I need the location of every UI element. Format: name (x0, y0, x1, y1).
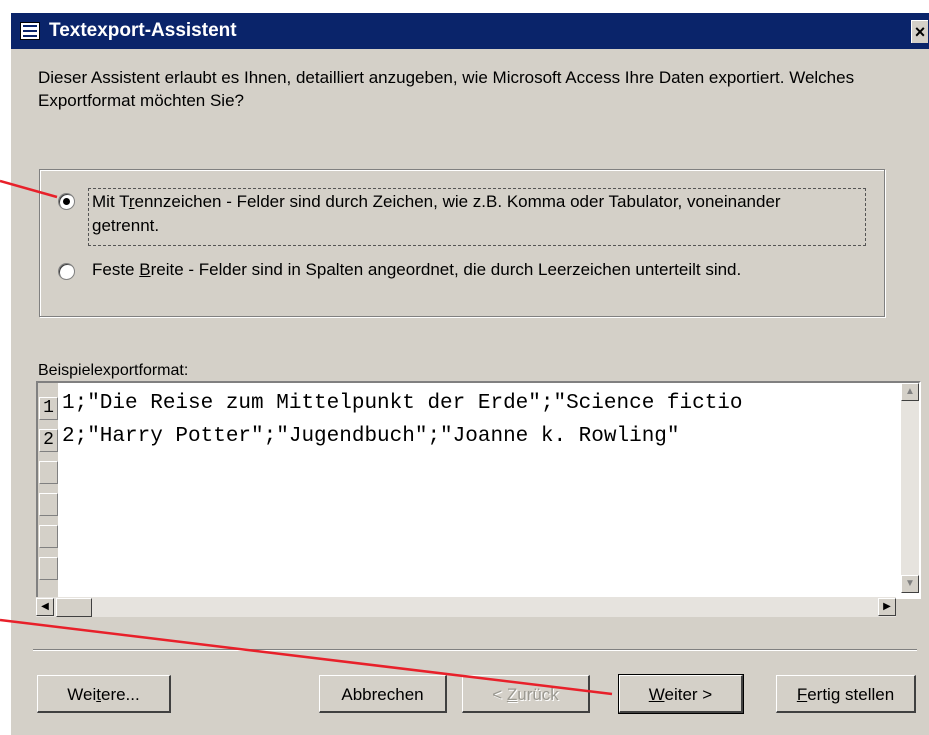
sample-preview[interactable]: 1 2 1;"Die Reise zum Mittelpunkt der Erd… (36, 381, 921, 599)
row-number-2: 2 (39, 429, 58, 452)
window-icon (20, 22, 40, 40)
separator (33, 649, 917, 651)
next-button[interactable]: Weiter > (618, 674, 744, 714)
sample-lines: 1;"Die Reise zum Mittelpunkt der Erde";"… (62, 387, 882, 587)
row-number-empty (39, 493, 58, 516)
row-number-1: 1 (39, 397, 58, 420)
export-format-group: Mit Trennzeichen - Felder sind durch Zei… (39, 169, 885, 317)
close-icon[interactable]: × (911, 20, 928, 43)
sample-line-2: 2;"Harry Potter";"Jugendbuch";"Joanne k.… (62, 425, 680, 448)
row-number-empty (39, 557, 58, 580)
textexport-dialog: Textexport-Assistent × Dieser Assistent … (10, 12, 929, 735)
scroll-right-icon[interactable]: ▶ (878, 598, 896, 616)
horizontal-scrollbar[interactable]: ◀ ▶ (36, 597, 896, 617)
sample-label: Beispielexportformat: (38, 362, 189, 379)
advanced-button[interactable]: Weitere... (37, 675, 171, 713)
row-number-column: 1 2 (38, 383, 58, 597)
window-title: Textexport-Assistent (49, 20, 237, 41)
radio-fixed-width[interactable] (58, 263, 75, 280)
row-number-empty (39, 525, 58, 548)
finish-button[interactable]: Fertig stellen (776, 675, 916, 713)
scroll-thumb[interactable] (56, 598, 92, 617)
cancel-button[interactable]: Abbrechen (319, 675, 447, 713)
radio-delimited[interactable] (58, 193, 75, 210)
option-delimited-label: Mit Trennzeichen - Felder sind durch Zei… (92, 192, 781, 235)
row-number-empty (39, 461, 58, 484)
option-fixed-width-label: Feste Breite - Felder sind in Spalten an… (92, 260, 742, 279)
scroll-left-icon[interactable]: ◀ (36, 598, 54, 616)
scroll-up-icon[interactable]: ▲ (901, 383, 919, 401)
intro-text: Dieser Assistent erlaubt es Ihnen, detai… (38, 68, 855, 110)
titlebar: Textexport-Assistent × (11, 13, 929, 49)
back-button: < Zurück (462, 675, 590, 713)
scroll-down-icon[interactable]: ▼ (901, 575, 919, 593)
sample-line-1: 1;"Die Reise zum Mittelpunkt der Erde";"… (62, 392, 743, 415)
vertical-scrollbar[interactable]: ▲ ▼ (901, 383, 919, 593)
